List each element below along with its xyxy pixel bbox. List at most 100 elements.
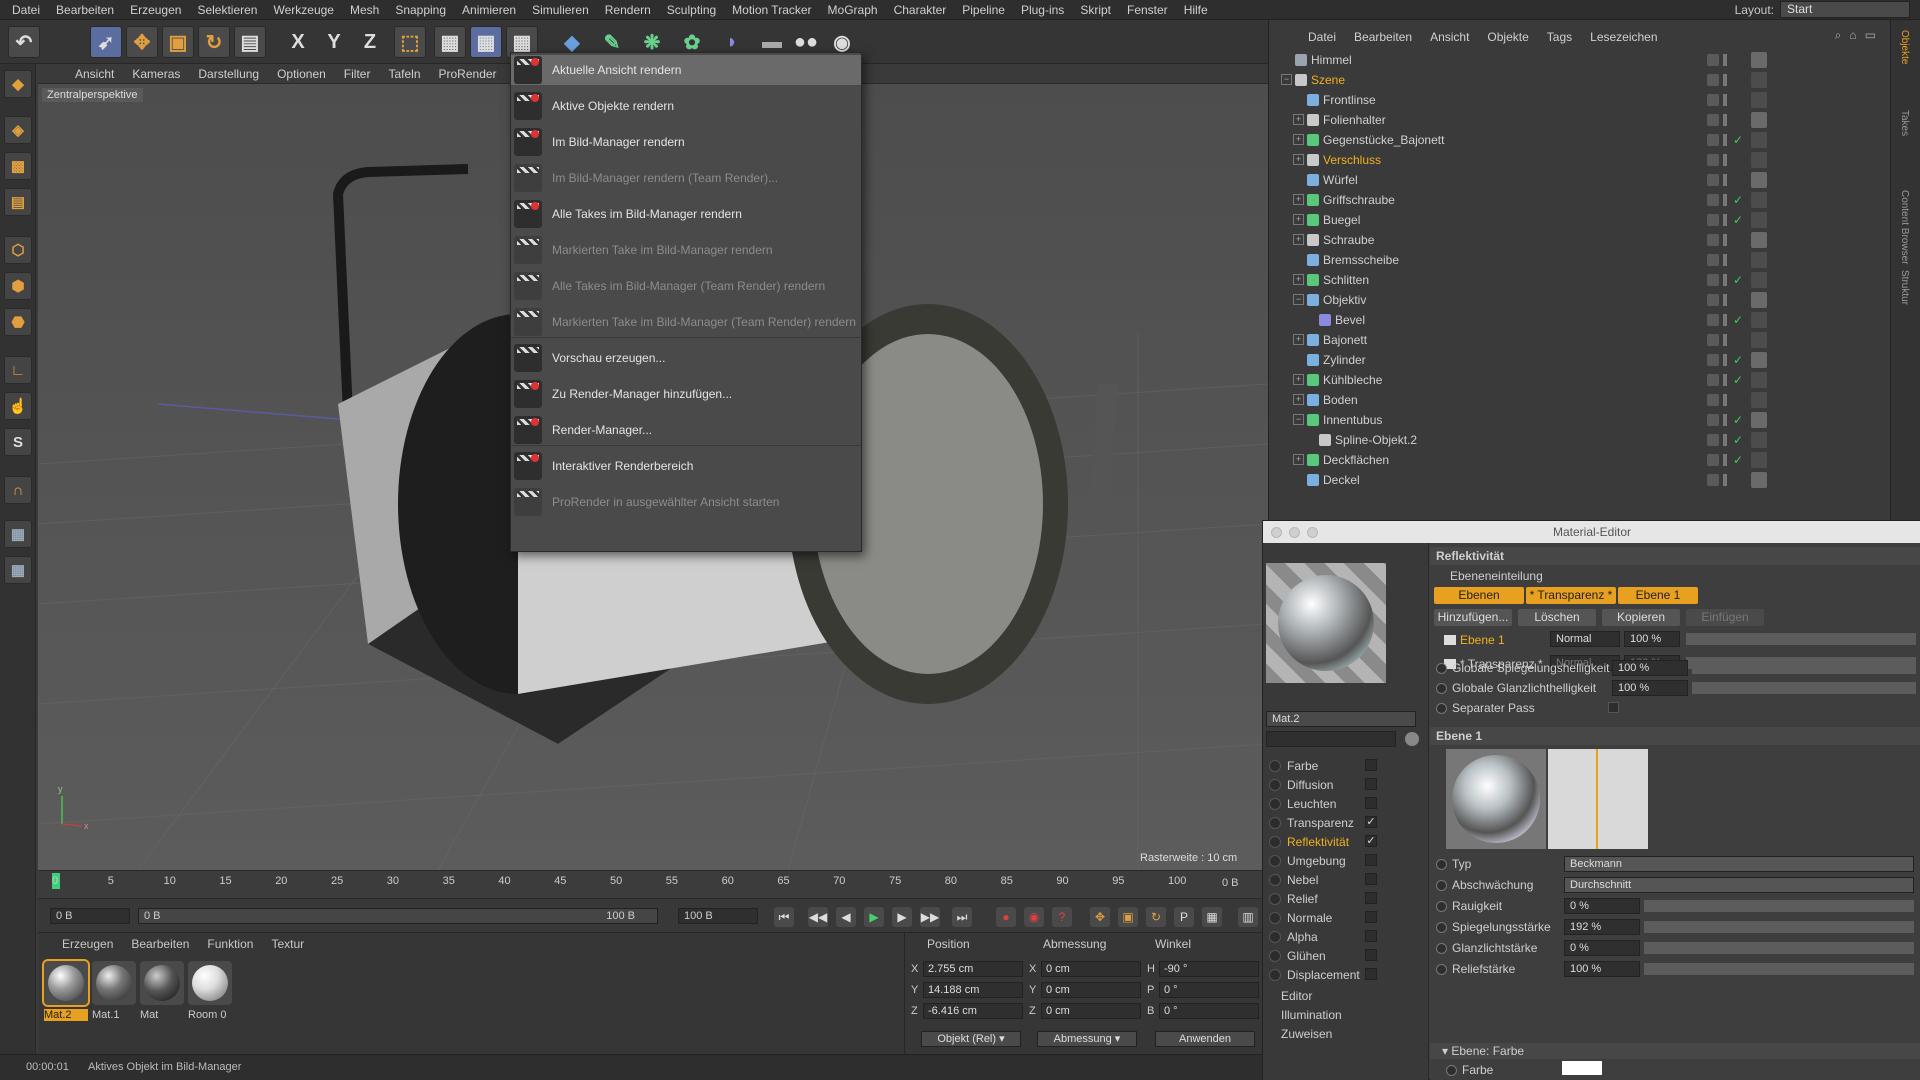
material-tag-icon[interactable] xyxy=(1751,112,1767,128)
layer-mode-select[interactable]: Normal xyxy=(1550,631,1620,647)
channel-radio[interactable] xyxy=(1269,855,1281,867)
key-position-icon[interactable]: ✥ xyxy=(1090,907,1110,927)
render-menu-item[interactable]: Im Bild-Manager rendern xyxy=(511,127,861,157)
param-select[interactable]: Durchschnitt xyxy=(1564,877,1914,893)
channel-checkbox[interactable] xyxy=(1365,759,1377,771)
object-row[interactable]: + Folienhalter xyxy=(1277,110,1891,130)
visibility-dots-icon[interactable] xyxy=(1723,174,1727,186)
layer-flag-icon[interactable] xyxy=(1707,454,1719,466)
layer-button[interactable]: Kopieren xyxy=(1602,609,1680,626)
layer-flag-icon[interactable] xyxy=(1707,154,1719,166)
channel-checkbox[interactable] xyxy=(1365,797,1377,809)
locked-workplane-icon[interactable]: ▦ xyxy=(4,556,32,584)
global-param-slider[interactable] xyxy=(1692,662,1916,674)
material-tag-icon[interactable] xyxy=(1751,452,1767,468)
menu-11[interactable]: Motion Tracker xyxy=(724,0,819,20)
material-tag-icon[interactable] xyxy=(1751,472,1767,488)
goto-end-icon[interactable]: ⏭ xyxy=(952,907,972,927)
menu-10[interactable]: Sculpting xyxy=(659,0,724,20)
visibility-dots-icon[interactable] xyxy=(1723,274,1727,286)
param-radio[interactable] xyxy=(1436,943,1447,954)
channel-row[interactable]: Nebel xyxy=(1269,871,1419,890)
expand-toggle[interactable]: + xyxy=(1293,194,1304,205)
layer-flag-icon[interactable] xyxy=(1707,354,1719,366)
material-tag-icon[interactable] xyxy=(1751,92,1767,108)
enabled-check-icon[interactable]: ✓ xyxy=(1733,213,1743,227)
material-tag-icon[interactable] xyxy=(1751,292,1767,308)
layer-flag-icon[interactable] xyxy=(1707,54,1719,66)
menu-15[interactable]: Plug-ins xyxy=(1013,0,1072,20)
workplane-grid-icon[interactable]: ▦ xyxy=(4,520,32,548)
enabled-check-icon[interactable]: ✓ xyxy=(1733,313,1743,327)
key-pla-icon[interactable]: ▦ xyxy=(1202,907,1222,927)
material-tag-icon[interactable] xyxy=(1751,272,1767,288)
goto-start-icon[interactable]: ⏮ xyxy=(774,907,794,927)
key-rotation-icon[interactable]: ↻ xyxy=(1146,907,1166,927)
object-row[interactable]: + Verschluss xyxy=(1277,150,1891,170)
enabled-check-icon[interactable]: ✓ xyxy=(1733,353,1743,367)
material-tag-icon[interactable] xyxy=(1751,372,1767,388)
move-tool-icon[interactable]: ✥ xyxy=(126,26,158,58)
viewport-menu-3[interactable]: Optionen xyxy=(268,67,335,81)
layer-tab[interactable]: Ebene 1 xyxy=(1618,587,1698,604)
material-thumb[interactable]: Mat.2 xyxy=(42,959,90,1021)
param-field[interactable]: 192 % xyxy=(1564,919,1640,935)
make-editable-icon[interactable]: ◆ xyxy=(4,70,32,98)
size-field[interactable]: 0 cm xyxy=(1041,982,1141,998)
material-tag-icon[interactable] xyxy=(1751,212,1767,228)
channel-radio[interactable] xyxy=(1269,779,1281,791)
snap-icon[interactable]: S xyxy=(4,428,32,456)
record-keys-icon[interactable]: ● xyxy=(996,907,1016,927)
visibility-dots-icon[interactable] xyxy=(1723,114,1727,126)
prev-frame-icon[interactable]: ◀ xyxy=(836,907,856,927)
enabled-check-icon[interactable]: ✓ xyxy=(1733,413,1743,427)
key-scale-icon[interactable]: ▣ xyxy=(1118,907,1138,927)
zoom-window-icon[interactable] xyxy=(1307,527,1318,538)
polygons-mode-icon[interactable]: ⬣ xyxy=(4,308,32,336)
expand-toggle[interactable]: + xyxy=(1293,374,1304,385)
object-menu-1[interactable]: Bearbeiten xyxy=(1345,30,1421,44)
y-axis-lock-button[interactable]: Y xyxy=(318,26,350,58)
global-param-slider[interactable] xyxy=(1692,682,1916,694)
prev-key-icon[interactable]: ◀◀ xyxy=(808,907,828,927)
expand-toggle[interactable]: + xyxy=(1293,134,1304,145)
layer-flag-icon[interactable] xyxy=(1707,474,1719,486)
layer-opacity-field[interactable]: 100 % xyxy=(1624,631,1680,647)
object-menu-3[interactable]: Objekte xyxy=(1478,30,1537,44)
viewport-menu-0[interactable]: Ansicht xyxy=(66,67,123,81)
material-menu-3[interactable]: Textur xyxy=(271,937,304,951)
scale-tool-icon[interactable]: ▣ xyxy=(162,26,194,58)
object-row[interactable]: + Bajonett xyxy=(1277,330,1891,350)
layer-flag-icon[interactable] xyxy=(1707,134,1719,146)
play-icon[interactable]: ▶ xyxy=(864,907,884,927)
layer-flag-icon[interactable] xyxy=(1707,174,1719,186)
timeline[interactable]: 0 5 10 15 20 25 30 35 40 45 50 55 60 65 70 75 80 85 90 95 10… xyxy=(38,870,1268,898)
material-menu-0[interactable]: Erzeugen xyxy=(62,937,113,951)
expand-toggle[interactable]: − xyxy=(1293,294,1304,305)
channel-checkbox[interactable]: ✓ xyxy=(1365,835,1377,847)
x-axis-lock-button[interactable]: X xyxy=(282,26,314,58)
render-menu-item[interactable]: Zu Render-Manager hinzufügen... xyxy=(511,379,861,409)
visibility-dots-icon[interactable] xyxy=(1723,254,1727,266)
channel-checkbox[interactable] xyxy=(1365,892,1377,904)
material-tag-icon[interactable] xyxy=(1751,232,1767,248)
material-tag-icon[interactable] xyxy=(1751,352,1767,368)
object-menu-2[interactable]: Ansicht xyxy=(1421,30,1478,44)
layer-flag-icon[interactable] xyxy=(1707,414,1719,426)
expand-toggle[interactable]: + xyxy=(1293,394,1304,405)
size-field[interactable]: 0 cm xyxy=(1041,1003,1141,1019)
object-row[interactable]: + Schlitten ✓ xyxy=(1277,270,1891,290)
menu-5[interactable]: Mesh xyxy=(342,0,387,20)
next-frame-icon[interactable]: ▶ xyxy=(892,907,912,927)
layer-flag-icon[interactable] xyxy=(1707,434,1719,446)
menu-9[interactable]: Rendern xyxy=(597,0,659,20)
position-field[interactable]: 14.188 cm xyxy=(923,982,1023,998)
visibility-dots-icon[interactable] xyxy=(1723,334,1727,346)
expand-toggle[interactable]: + xyxy=(1293,114,1304,125)
render-menu-item[interactable]: Render-Manager... xyxy=(511,415,861,445)
material-search-field[interactable] xyxy=(1266,731,1396,747)
size-mode-select[interactable]: Abmessung ▾ xyxy=(1037,1031,1137,1047)
object-row[interactable]: + Griffschraube ✓ xyxy=(1277,190,1891,210)
channel-radio[interactable] xyxy=(1269,950,1281,962)
render-picture-viewer-icon[interactable]: ▦ xyxy=(470,26,502,58)
